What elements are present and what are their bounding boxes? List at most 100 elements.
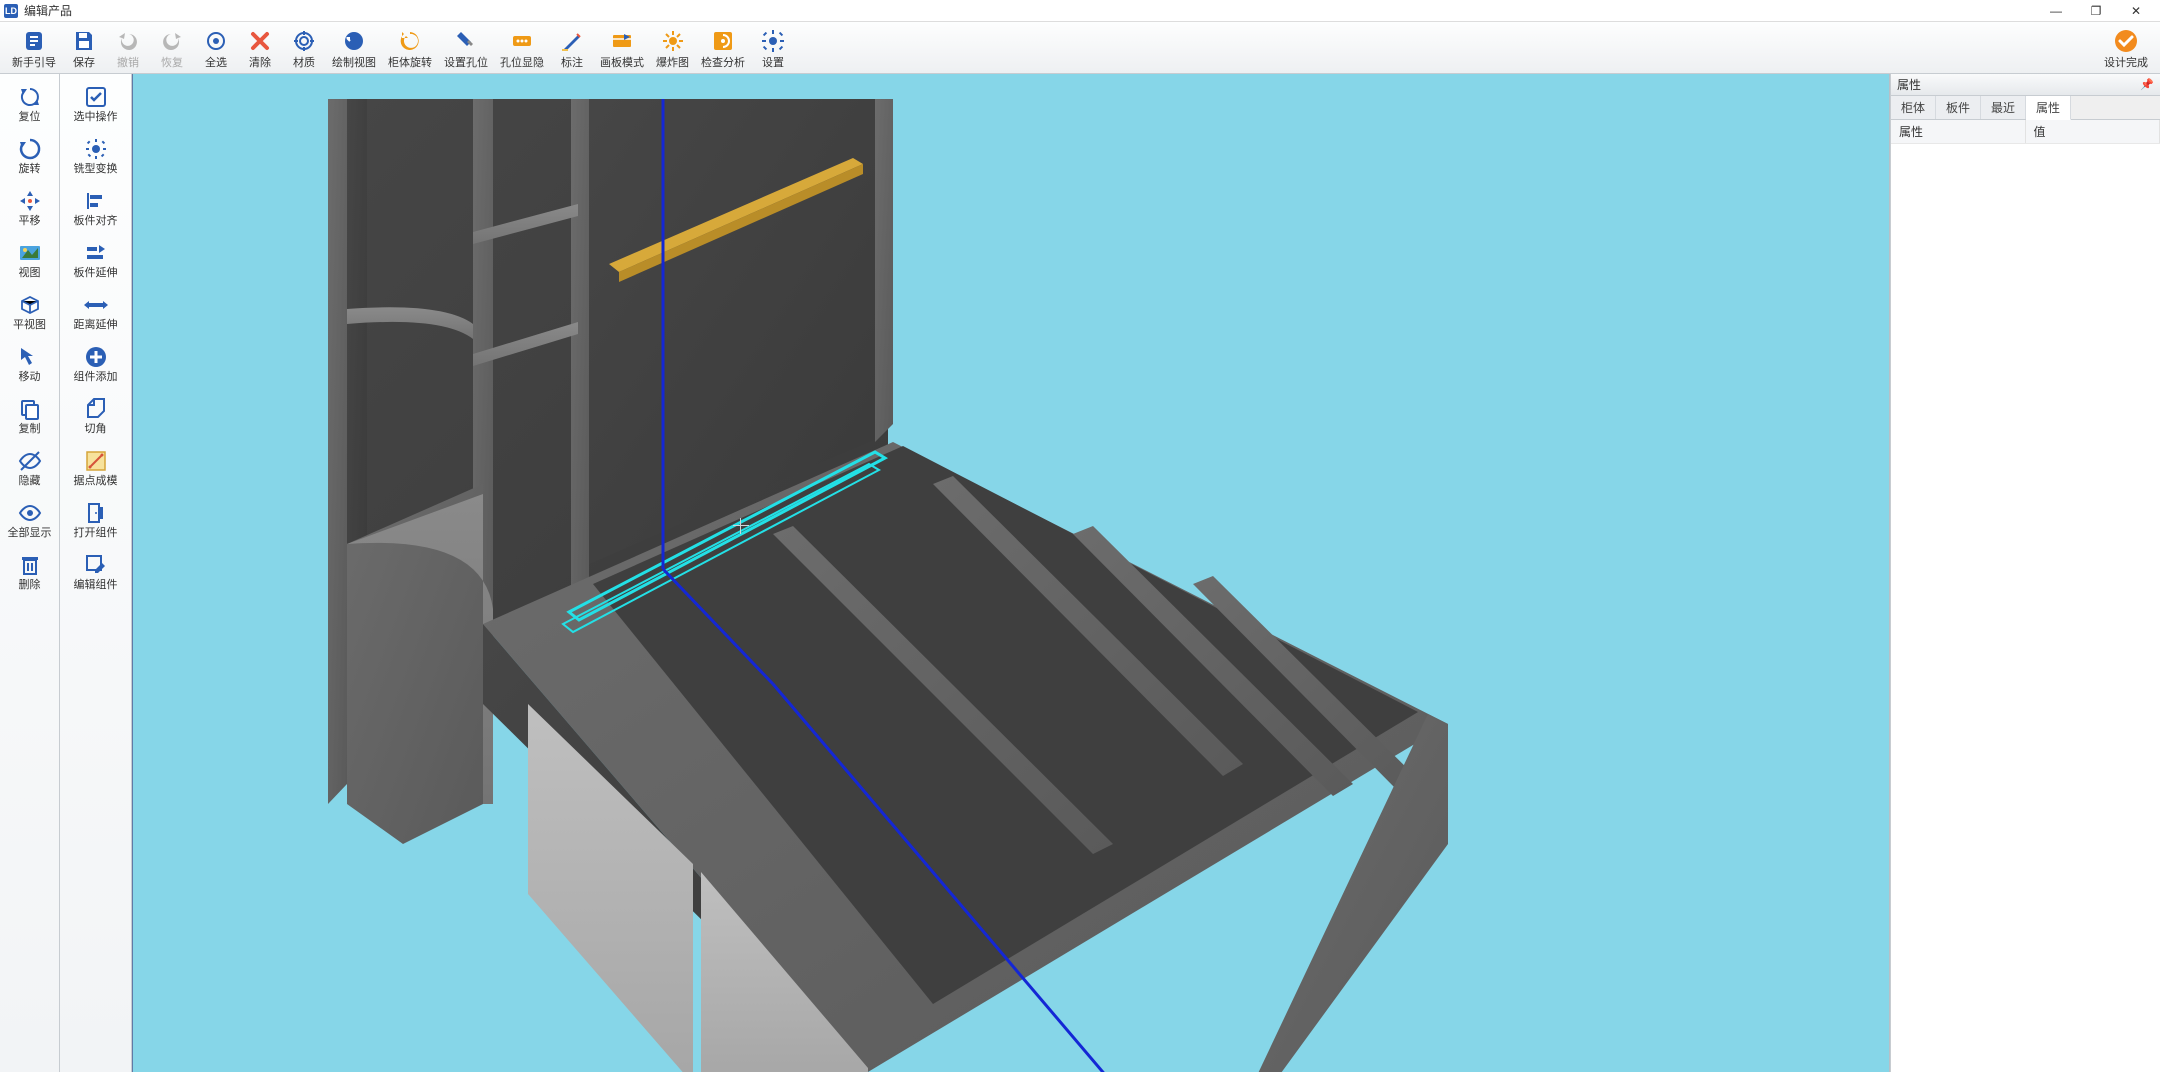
opencomp-button[interactable]: 打开组件 bbox=[60, 494, 131, 546]
delete-button[interactable]: 删除 bbox=[0, 546, 59, 598]
selectall-icon bbox=[204, 28, 228, 54]
chamfer-icon bbox=[84, 396, 108, 422]
redo-label: 恢复 bbox=[161, 54, 183, 72]
chamfer-button[interactable]: 切角 bbox=[60, 390, 131, 442]
annotate-button[interactable]: 标注 bbox=[550, 24, 594, 73]
check-icon bbox=[711, 28, 735, 54]
finish-label: 设计完成 bbox=[2104, 54, 2148, 72]
pointmod-icon bbox=[84, 448, 108, 474]
align-button[interactable]: 板件对齐 bbox=[60, 182, 131, 234]
pointmod-button[interactable]: 据点成模 bbox=[60, 442, 131, 494]
drawview-button[interactable]: 绘制视图 bbox=[326, 24, 382, 73]
guide-label: 新手引导 bbox=[12, 54, 56, 72]
reset-label: 复位 bbox=[19, 110, 41, 124]
sethole-label: 设置孔位 bbox=[444, 54, 488, 72]
main-area: 复位旋转平移视图平视图移动复制隐藏全部显示删除 选中操作铣型变换板件对齐板件延伸… bbox=[0, 74, 2160, 1072]
addcomp-icon bbox=[84, 344, 108, 370]
clear-icon bbox=[248, 28, 272, 54]
extend-icon bbox=[84, 240, 108, 266]
extend-label: 板件延伸 bbox=[74, 266, 118, 280]
tab-板件[interactable]: 板件 bbox=[1936, 96, 1981, 119]
redo-button: 恢复 bbox=[150, 24, 194, 73]
move-label: 移动 bbox=[19, 370, 41, 384]
minimize-button[interactable]: — bbox=[2036, 1, 2076, 21]
reset-button[interactable]: 复位 bbox=[0, 78, 59, 130]
tab-柜体[interactable]: 柜体 bbox=[1891, 96, 1936, 119]
panel-title-text: 属性 bbox=[1897, 76, 1921, 93]
explode-button[interactable]: 爆炸图 bbox=[650, 24, 695, 73]
opencomp-icon bbox=[84, 500, 108, 526]
view-icon bbox=[18, 240, 42, 266]
cabrotate-icon bbox=[398, 28, 422, 54]
pan-button[interactable]: 平移 bbox=[0, 182, 59, 234]
selop-button[interactable]: 选中操作 bbox=[60, 78, 131, 130]
left-toolbar-1: 复位旋转平移视图平视图移动复制隐藏全部显示删除 bbox=[0, 74, 60, 1072]
align-label: 板件对齐 bbox=[74, 214, 118, 228]
opencomp-label: 打开组件 bbox=[74, 526, 118, 540]
copy-button[interactable]: 复制 bbox=[0, 390, 59, 442]
move-icon bbox=[18, 344, 42, 370]
close-button[interactable]: ✕ bbox=[2116, 1, 2156, 21]
material-button[interactable]: 材质 bbox=[282, 24, 326, 73]
material-label: 材质 bbox=[293, 54, 315, 72]
guide-icon bbox=[22, 28, 46, 54]
rotate-button[interactable]: 旋转 bbox=[0, 130, 59, 182]
move-button[interactable]: 移动 bbox=[0, 338, 59, 390]
left-toolbar-2: 选中操作铣型变换板件对齐板件延伸距离延伸组件添加切角据点成模打开组件编辑组件 bbox=[60, 74, 132, 1072]
copy-icon bbox=[18, 396, 42, 422]
editcomp-button[interactable]: 编辑组件 bbox=[60, 546, 131, 598]
tab-属性[interactable]: 属性 bbox=[2026, 96, 2071, 120]
addcomp-button[interactable]: 组件添加 bbox=[60, 338, 131, 390]
selectall-label: 全选 bbox=[205, 54, 227, 72]
milling-label: 铣型变换 bbox=[74, 162, 118, 176]
redo-icon bbox=[160, 28, 184, 54]
settings-icon bbox=[761, 28, 785, 54]
save-button[interactable]: 保存 bbox=[62, 24, 106, 73]
distext-button[interactable]: 距离延伸 bbox=[60, 286, 131, 338]
material-icon bbox=[292, 28, 316, 54]
clear-button[interactable]: 清除 bbox=[238, 24, 282, 73]
pan-icon bbox=[18, 188, 42, 214]
check-label: 检查分析 bbox=[701, 54, 745, 72]
boardmode-label: 画板模式 bbox=[600, 54, 644, 72]
maximize-button[interactable]: ❐ bbox=[2076, 1, 2116, 21]
plan-icon bbox=[18, 292, 42, 318]
pin-icon[interactable]: 📌 bbox=[2140, 78, 2154, 91]
hide-label: 隐藏 bbox=[19, 474, 41, 488]
boardmode-icon bbox=[610, 28, 634, 54]
sethole-button[interactable]: 设置孔位 bbox=[438, 24, 494, 73]
sethole-icon bbox=[454, 28, 478, 54]
plan-button[interactable]: 平视图 bbox=[0, 286, 59, 338]
window-title: 编辑产品 bbox=[24, 2, 72, 19]
undo-icon bbox=[116, 28, 140, 54]
holetoggle-icon bbox=[510, 28, 534, 54]
editcomp-icon bbox=[84, 552, 108, 578]
furniture-render bbox=[133, 74, 1463, 1072]
extend-button[interactable]: 板件延伸 bbox=[60, 234, 131, 286]
view-button[interactable]: 视图 bbox=[0, 234, 59, 286]
guide-button[interactable]: 新手引导 bbox=[6, 24, 62, 73]
tab-最近[interactable]: 最近 bbox=[1981, 96, 2026, 119]
selop-label: 选中操作 bbox=[74, 110, 118, 124]
pan-label: 平移 bbox=[19, 214, 41, 228]
undo-button: 撤销 bbox=[106, 24, 150, 73]
align-icon bbox=[84, 188, 108, 214]
rotate-label: 旋转 bbox=[19, 162, 41, 176]
holetoggle-button[interactable]: 孔位显隐 bbox=[494, 24, 550, 73]
cabrotate-button[interactable]: 柜体旋转 bbox=[382, 24, 438, 73]
reset-icon bbox=[18, 84, 42, 110]
finish-button[interactable]: 设计完成 bbox=[2098, 24, 2154, 73]
hide-button[interactable]: 隐藏 bbox=[0, 442, 59, 494]
panel-tabs: 柜体板件最近属性 bbox=[1891, 96, 2160, 120]
boardmode-button[interactable]: 画板模式 bbox=[594, 24, 650, 73]
milling-button[interactable]: 铣型变换 bbox=[60, 130, 131, 182]
settings-button[interactable]: 设置 bbox=[751, 24, 795, 73]
showall-button[interactable]: 全部显示 bbox=[0, 494, 59, 546]
selectall-button[interactable]: 全选 bbox=[194, 24, 238, 73]
selop-icon bbox=[84, 84, 108, 110]
check-button[interactable]: 检查分析 bbox=[695, 24, 751, 73]
3d-viewport[interactable] bbox=[132, 74, 1890, 1072]
showall-icon bbox=[18, 500, 42, 526]
title-bar: LD 编辑产品 — ❐ ✕ bbox=[0, 0, 2160, 22]
properties-table: 属性 值 bbox=[1891, 120, 2160, 1072]
